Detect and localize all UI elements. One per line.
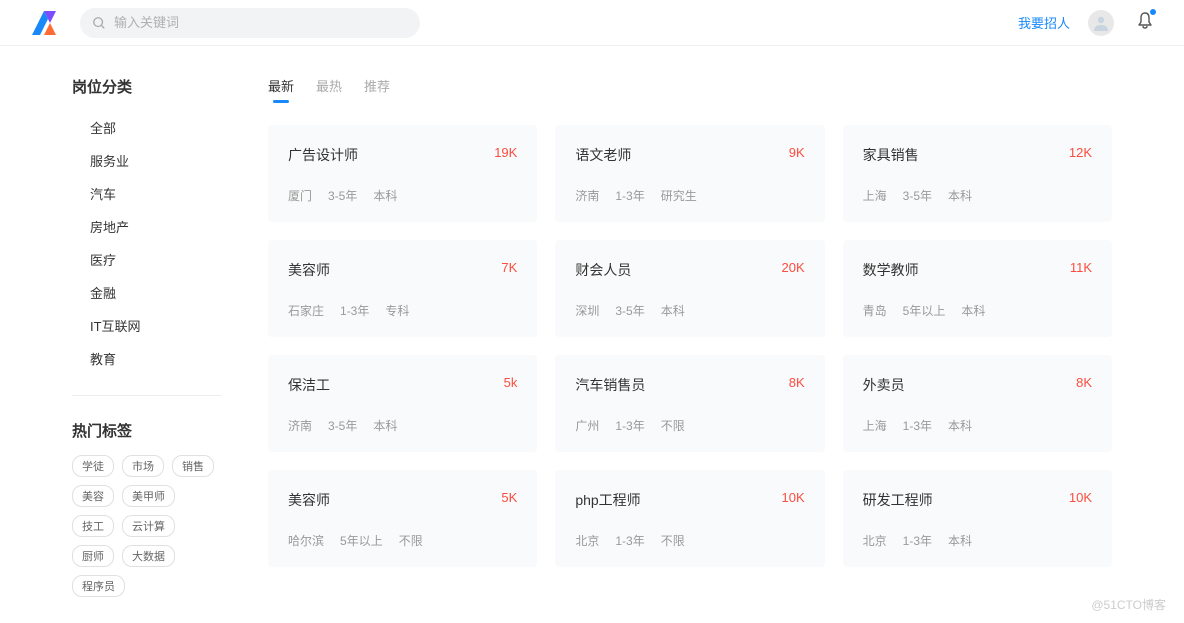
job-meta: 济南1-3年研究生 [575,187,804,204]
tag-item[interactable]: 技工 [72,515,114,537]
job-title: 研发工程师 [863,490,933,510]
tag-item[interactable]: 销售 [172,455,214,477]
notification-dot [1150,9,1156,15]
job-title: 保洁工 [288,375,330,395]
category-item[interactable]: 教育 [72,342,222,375]
tag-item[interactable]: 厨师 [72,545,114,567]
job-title: 财会人员 [575,260,631,280]
job-title: 外卖员 [863,375,905,395]
job-meta: 哈尔滨5年以上不限 [288,532,517,549]
tag-item[interactable]: 市场 [122,455,164,477]
tag-item[interactable]: 美容 [72,485,114,507]
job-card[interactable]: 研发工程师 10K 北京1-3年本科 [843,470,1112,567]
divider [72,395,222,396]
job-meta: 石家庄1-3年专科 [288,302,517,319]
search-input[interactable] [114,15,408,30]
job-card[interactable]: php工程师 10K 北京1-3年不限 [555,470,824,567]
job-salary: 8K [1076,375,1092,390]
tag-item[interactable]: 程序员 [72,575,125,597]
job-title: 美容师 [288,260,330,280]
job-card[interactable]: 数学教师 11K 青岛5年以上本科 [843,240,1112,337]
job-title: 数学教师 [863,260,919,280]
job-card[interactable]: 美容师 5K 哈尔滨5年以上不限 [268,470,537,567]
job-card[interactable]: 广告设计师 19K 厦门3-5年本科 [268,125,537,222]
job-salary: 19K [494,145,517,160]
job-meta: 厦门3-5年本科 [288,187,517,204]
job-meta: 深圳3-5年本科 [575,302,804,319]
job-salary: 5K [501,490,517,505]
job-salary: 10K [1069,490,1092,505]
job-title: 语文老师 [575,145,631,165]
tab[interactable]: 推荐 [364,76,390,103]
job-salary: 11K [1070,260,1092,275]
logo[interactable] [30,9,58,37]
job-salary: 12K [1069,145,1092,160]
job-salary: 8K [789,375,805,390]
category-item[interactable]: 医疗 [72,243,222,276]
job-meta: 上海3-5年本科 [863,187,1092,204]
category-item[interactable]: 金融 [72,276,222,309]
job-salary: 10K [782,490,805,505]
job-title: php工程师 [575,490,640,510]
job-meta: 青岛5年以上本科 [863,302,1092,319]
search-icon [92,16,106,30]
category-item[interactable]: 服务业 [72,144,222,177]
job-meta: 上海1-3年本科 [863,417,1092,434]
job-meta: 北京1-3年本科 [863,532,1092,549]
job-salary: 20K [782,260,805,275]
avatar[interactable] [1088,10,1114,36]
job-salary: 7K [501,260,517,275]
job-card[interactable]: 美容师 7K 石家庄1-3年专科 [268,240,537,337]
job-card[interactable]: 保洁工 5k 济南3-5年本科 [268,355,537,452]
job-salary: 9K [789,145,805,160]
search-box[interactable] [80,8,420,38]
notifications-button[interactable] [1136,11,1154,34]
job-title: 美容师 [288,490,330,510]
job-meta: 北京1-3年不限 [575,532,804,549]
tag-item[interactable]: 美甲师 [122,485,175,507]
tag-item[interactable]: 云计算 [122,515,175,537]
watermark: @51CTO博客 [1091,596,1166,613]
job-card[interactable]: 家具销售 12K 上海3-5年本科 [843,125,1112,222]
tag-item[interactable]: 大数据 [122,545,175,567]
job-meta: 济南3-5年本科 [288,417,517,434]
tags-title: 热门标签 [72,420,222,441]
recruit-link[interactable]: 我要招人 [1018,13,1070,32]
job-meta: 广州1-3年不限 [575,417,804,434]
job-title: 广告设计师 [288,145,358,165]
tab[interactable]: 最热 [316,76,342,103]
category-item[interactable]: 全部 [72,111,222,144]
job-card[interactable]: 语文老师 9K 济南1-3年研究生 [555,125,824,222]
categories-title: 岗位分类 [72,76,222,97]
category-item[interactable]: 汽车 [72,177,222,210]
tab[interactable]: 最新 [268,76,294,103]
user-icon [1092,14,1110,32]
job-card[interactable]: 财会人员 20K 深圳3-5年本科 [555,240,824,337]
job-salary: 5k [504,375,518,390]
job-title: 家具销售 [863,145,919,165]
category-item[interactable]: IT互联网 [72,309,222,342]
job-card[interactable]: 外卖员 8K 上海1-3年本科 [843,355,1112,452]
job-card[interactable]: 汽车销售员 8K 广州1-3年不限 [555,355,824,452]
category-item[interactable]: 房地产 [72,210,222,243]
tag-item[interactable]: 学徒 [72,455,114,477]
job-title: 汽车销售员 [575,375,645,395]
